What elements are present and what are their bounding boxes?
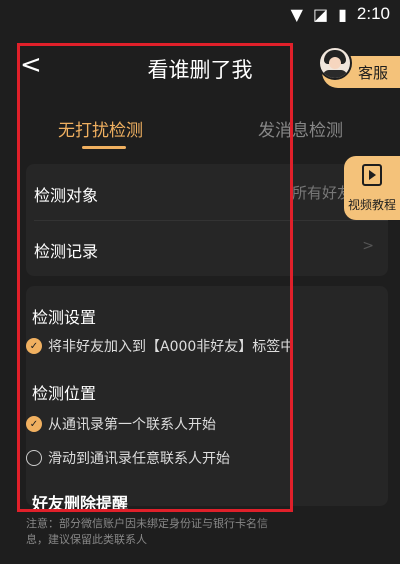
note-text: 注意：部分微信账户因未绑定身份证与银行卡名信息，建议保留此类联系人 [26, 517, 268, 546]
tab-message-detection[interactable]: 发消息检测 [258, 116, 343, 141]
video-icon [362, 164, 382, 186]
detection-target-label[interactable]: 检测对象 [34, 182, 98, 206]
option-start-any-contact[interactable]: 滑动到通讯录任意联系人开始 [26, 448, 230, 468]
customer-service-label: 客服 [357, 63, 388, 82]
wifi-icon: ▼ [290, 4, 303, 24]
battery-icon: ▮ [338, 4, 347, 24]
status-bar: ▼ ◪ ▮ 2:10 [0, 0, 400, 28]
chevron-right-icon: > [362, 238, 374, 254]
avatar[interactable] [318, 46, 352, 80]
option-label: 将非好友加入到【A000非好友】标签中 [48, 339, 295, 355]
note-fade [250, 510, 350, 550]
radio-icon [26, 450, 42, 466]
video-tutorial-button[interactable]: 视频教程 [344, 156, 400, 220]
tab-bar: 无打扰检测 发消息检测 [0, 108, 400, 156]
detection-record-label[interactable]: 检测记录 [34, 238, 98, 262]
option-add-non-friend-tag[interactable]: ✓ 将非好友加入到【A000非好友】标签中 [26, 336, 294, 356]
settings-title: 检测设置 [32, 308, 97, 327]
option-start-first-contact[interactable]: ✓ 从通讯录第一个联系人开始 [26, 414, 216, 434]
tab-underline [82, 146, 126, 149]
video-tutorial-label: 视频教程 [347, 198, 396, 212]
no-sim-icon: ◪ [312, 4, 329, 24]
divider [34, 220, 388, 221]
option-label: 从通讯录第一个联系人开始 [48, 417, 216, 433]
detection-target-value[interactable]: 所有好友 [292, 182, 352, 203]
detection-card: 检测对象 所有好友 检测记录 > [26, 164, 388, 276]
reminder-title: 好友删除提醒 [32, 494, 129, 513]
checked-icon: ✓ [26, 416, 42, 432]
status-time: 2:10 [356, 4, 390, 23]
option-label: 滑动到通讯录任意联系人开始 [48, 451, 230, 467]
tab-no-disturb-detection[interactable]: 无打扰检测 [58, 116, 143, 141]
checked-icon: ✓ [26, 338, 42, 354]
position-title: 检测位置 [32, 384, 97, 403]
